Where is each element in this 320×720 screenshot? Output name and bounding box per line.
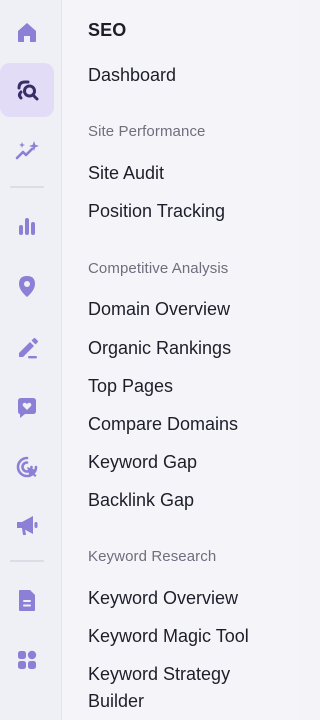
section-label-keyword-research: Keyword Research bbox=[88, 548, 217, 565]
rail-local-button[interactable] bbox=[0, 259, 54, 313]
rail-divider bbox=[10, 560, 44, 562]
rail-divider bbox=[10, 186, 44, 188]
menu-item-keyword-magic-tool[interactable]: Keyword Magic Tool bbox=[88, 623, 249, 649]
menu-item-site-audit[interactable]: Site Audit bbox=[88, 160, 164, 186]
menu-item-backlink-gap[interactable]: Backlink Gap bbox=[88, 487, 194, 513]
document-icon bbox=[19, 590, 35, 611]
seo-icon bbox=[17, 80, 39, 101]
section-label-site-performance: Site Performance bbox=[88, 123, 206, 140]
rail-reports-button[interactable] bbox=[0, 573, 54, 627]
menu-item-top-pages[interactable]: Top Pages bbox=[88, 373, 173, 399]
menu-item-domain-overview[interactable]: Domain Overview bbox=[88, 296, 230, 322]
rail-marketing-button[interactable] bbox=[0, 498, 54, 552]
target-cursor-icon bbox=[16, 456, 38, 478]
menu-item-dashboard[interactable]: Dashboard bbox=[88, 62, 176, 88]
icon-rail bbox=[0, 0, 62, 720]
menu-item-compare-domains[interactable]: Compare Domains bbox=[88, 411, 238, 437]
app-shell: SEO Dashboard Site Performance Site Audi… bbox=[0, 0, 300, 720]
section-label-competitive-analysis: Competitive Analysis bbox=[88, 260, 229, 277]
megaphone-icon bbox=[17, 516, 38, 535]
menu-item-keyword-strategy-builder[interactable]: Keyword Strategy Builder bbox=[88, 661, 278, 715]
rail-ads-button[interactable] bbox=[0, 440, 54, 494]
home-icon bbox=[18, 23, 36, 42]
location-pin-icon bbox=[19, 276, 35, 297]
rail-apps-button[interactable] bbox=[0, 633, 54, 687]
rail-ai-button[interactable] bbox=[0, 124, 54, 178]
menu-item-keyword-overview[interactable]: Keyword Overview bbox=[88, 585, 238, 611]
rail-home-button[interactable] bbox=[0, 5, 54, 59]
edit-pen-icon bbox=[19, 338, 38, 359]
seo-menu-panel: SEO Dashboard Site Performance Site Audi… bbox=[62, 0, 300, 720]
menu-title: SEO bbox=[88, 20, 127, 40]
sparkles-icon bbox=[15, 141, 39, 160]
rail-seo-button[interactable] bbox=[0, 63, 54, 117]
rail-charts-button[interactable] bbox=[0, 198, 54, 252]
bar-chart-icon bbox=[19, 218, 35, 235]
menu-item-keyword-gap[interactable]: Keyword Gap bbox=[88, 449, 197, 475]
menu-item-organic-rankings[interactable]: Organic Rankings bbox=[88, 335, 231, 361]
heart-chat-icon bbox=[18, 398, 36, 418]
apps-grid-icon bbox=[18, 650, 37, 669]
menu-item-position-tracking[interactable]: Position Tracking bbox=[88, 198, 225, 224]
rail-content-button[interactable] bbox=[0, 320, 54, 374]
rail-social-button[interactable] bbox=[0, 380, 54, 434]
